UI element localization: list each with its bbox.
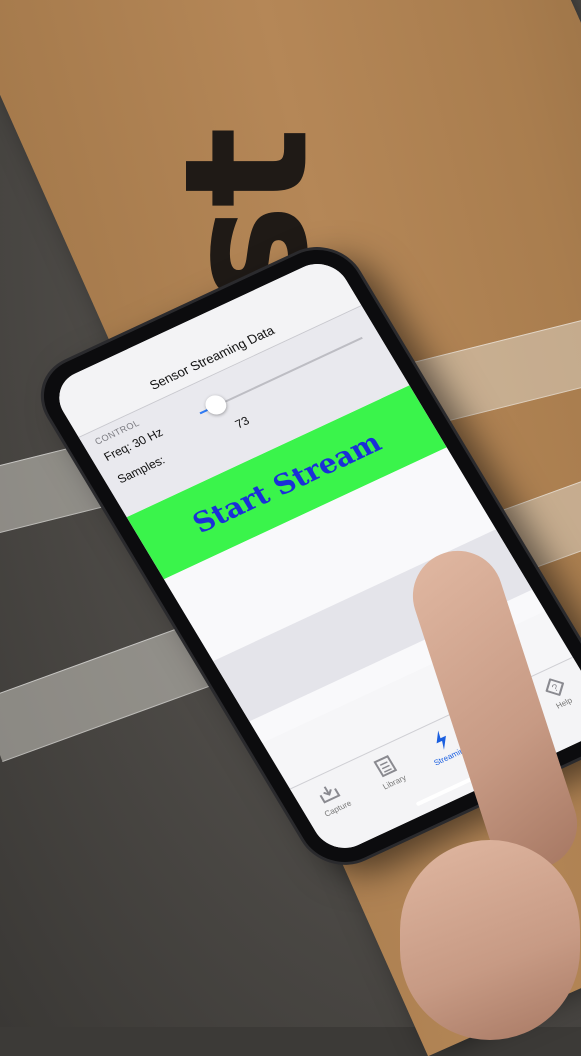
samples-value: 73 [232,413,252,432]
thumb [400,840,580,1040]
slider-thumb[interactable] [201,392,231,418]
